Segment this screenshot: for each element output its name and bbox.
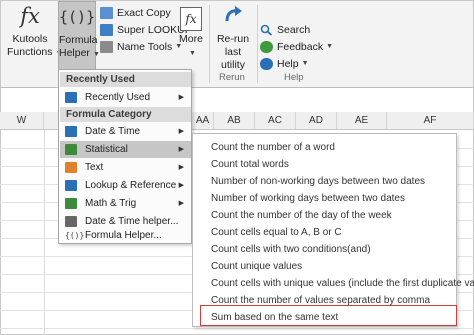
column-header-ab[interactable]: AB (214, 112, 255, 130)
column-label: AB (227, 115, 241, 126)
chevron-down-icon: ▼ (326, 43, 334, 50)
chevron-down-icon: ▼ (189, 50, 196, 57)
submenu-item[interactable]: Number of working days between two dates (211, 190, 405, 207)
column-header-aa[interactable]: AA (192, 112, 214, 130)
chevron-right-icon: ▶ (178, 128, 184, 135)
formula-helper-label-2: Helper (59, 47, 90, 59)
chevron-right-icon: ▶ (178, 94, 184, 101)
column-label: AD (309, 115, 323, 126)
submenu-item[interactable]: Count total words (211, 156, 289, 173)
chevron-right-icon: ▶ (178, 164, 184, 171)
column-header-w[interactable]: W (0, 112, 44, 130)
kutools-functions-button[interactable]: fx Kutools Functions▼ (7, 3, 62, 60)
menu-item-lookup-reference[interactable]: Lookup & Reference ▶ (60, 177, 191, 194)
column-header-ac[interactable]: AC (255, 112, 296, 130)
chevron-down-icon: ▼ (301, 60, 309, 67)
formula-braces-icon: {()} (59, 8, 96, 26)
highlight-box (200, 305, 457, 326)
math-icon (65, 198, 77, 209)
exact-copy-button[interactable]: Exact Copy (100, 5, 171, 20)
formula-category-header: Formula Category (60, 107, 191, 122)
rerun-label-1: Re-run (216, 33, 250, 45)
menu-item-text[interactable]: Text ▶ (60, 159, 191, 176)
column-header-af[interactable]: AF (387, 112, 474, 130)
menu-item-recently-used-formulas[interactable]: Recently Used formulas ▶ (60, 89, 191, 120)
calendar-icon (65, 126, 77, 137)
menu-item-math-trig[interactable]: Math & Trig ▶ (60, 195, 191, 212)
chevron-right-icon: ▶ (178, 146, 184, 153)
menu-item-date-time[interactable]: Date & Time ▶ (60, 123, 191, 140)
chevron-down-icon: ▼ (92, 51, 100, 58)
submenu-item[interactable]: Number of non-working days between two d… (211, 173, 425, 190)
menu-item-statistical[interactable]: Statistical ▶ (60, 141, 191, 158)
feedback-button[interactable]: Feedback ▼ (260, 39, 333, 54)
submenu-item[interactable]: Count cells with unique values (include … (211, 275, 474, 292)
more-button[interactable]: fx More ▼ (177, 3, 205, 60)
menu-item-label: Date & Time (85, 126, 141, 137)
feedback-icon (260, 40, 273, 53)
column-header-ad[interactable]: AD (296, 112, 337, 130)
copy-icon (100, 6, 113, 19)
menu-item-label: Statistical (85, 144, 128, 155)
column-header-ae[interactable]: AE (337, 112, 387, 130)
rerun-icon (221, 3, 245, 29)
kutools-functions-label-1: Kutools (12, 33, 48, 45)
more-functions-icon: fx (180, 7, 202, 31)
kutools-functions-label-2: Functions (7, 46, 53, 58)
name-tools-button[interactable]: Name Tools ▼ (100, 39, 182, 54)
text-icon (65, 162, 77, 173)
submenu-item[interactable]: Count the number of a word (211, 139, 335, 156)
submenu-item[interactable]: Count the number of the day of the week (211, 207, 392, 224)
fx-icon: fx (20, 4, 40, 28)
separator (209, 5, 210, 83)
submenu-item[interactable]: Count cells equal to A, B or C (211, 224, 342, 241)
column-label: AF (423, 115, 437, 126)
submenu-item[interactable]: Count cells with two conditions(and) (211, 241, 371, 258)
formula-helper-icon: {()} (65, 231, 85, 240)
rerun-button[interactable]: Re-run last utility (212, 3, 254, 72)
chevron-right-icon: ▶ (178, 200, 184, 207)
search-icon (260, 24, 273, 36)
name-tools-label: Name Tools (117, 40, 173, 53)
help-button[interactable]: Help ▼ (260, 56, 309, 71)
rerun-group-label: Rerun (219, 72, 245, 83)
column-label: W (16, 115, 27, 126)
submenu-item[interactable]: Count unique values (211, 258, 302, 275)
column-label: AE (354, 115, 369, 126)
separator (257, 5, 258, 83)
menu-item-label: Text (85, 162, 104, 173)
recent-formulas-icon (65, 92, 77, 103)
gridline (0, 328, 474, 329)
name-tools-icon (100, 40, 113, 53)
help-label: Help (277, 57, 299, 70)
menu-item-formula-helper[interactable]: {()} Formula Helper... (60, 227, 191, 244)
help-icon (260, 57, 273, 70)
formula-helper-menu: Recently Used Recently Used formulas ▶ F… (58, 69, 192, 244)
rerun-label-2: last utility (221, 46, 245, 71)
gridline (44, 130, 45, 335)
formula-helper-label-1: Formula (59, 34, 98, 46)
column-label: AC (268, 115, 282, 126)
lookup-icon (100, 23, 113, 36)
search-label: Search (277, 23, 311, 36)
column-label: AA (195, 115, 210, 126)
recently-used-header: Recently Used (60, 72, 191, 87)
statistics-icon (65, 144, 77, 155)
lookup-icon (65, 180, 77, 191)
more-label: More (179, 33, 203, 45)
help-group-label: Help (284, 72, 304, 83)
exact-copy-label: Exact Copy (117, 6, 171, 19)
formula-helper-button[interactable]: {()} Formula Helper ▼ (58, 1, 100, 72)
feedback-label: Feedback (277, 40, 324, 53)
calendar-helper-icon (65, 216, 77, 227)
chevron-right-icon: ▶ (178, 182, 184, 189)
menu-item-label: Formula Helper... (85, 230, 162, 241)
menu-item-label: Lookup & Reference (85, 180, 177, 191)
statistical-submenu: Count the number of a word Count total w… (192, 133, 474, 327)
menu-item-label: Math & Trig (85, 198, 137, 209)
search-button[interactable]: Search (260, 22, 310, 37)
